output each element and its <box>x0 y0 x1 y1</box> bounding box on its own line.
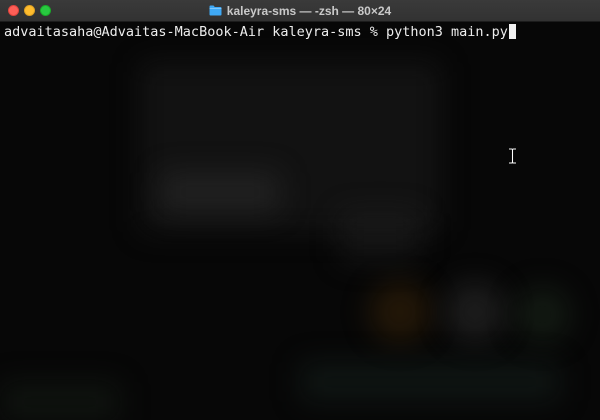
terminal-window: kaleyra-sms — -zsh — 80×24 advaitasaha@A… <box>0 0 600 420</box>
background-blur <box>445 282 505 342</box>
text-cursor <box>508 24 516 39</box>
shell-prompt: advaitasaha@Advaitas-MacBook-Air kaleyra… <box>4 24 387 40</box>
window-title-wrap: kaleyra-sms — -zsh — 80×24 <box>0 0 600 21</box>
folder-icon <box>209 5 222 16</box>
command-line[interactable]: advaitasaha@Advaitas-MacBook-Air kaleyra… <box>4 24 516 41</box>
typed-command: python3 main.py <box>386 24 508 40</box>
ibeam-cursor-icon <box>509 148 516 164</box>
background-blur <box>300 362 560 402</box>
background-blur <box>160 172 280 212</box>
background-blur <box>370 282 430 342</box>
background-blur <box>340 212 420 262</box>
title-bar[interactable]: kaleyra-sms — -zsh — 80×24 <box>0 0 600 22</box>
background-blur <box>0 382 120 420</box>
terminal-content[interactable]: advaitasaha@Advaitas-MacBook-Air kaleyra… <box>0 22 600 420</box>
window-title: kaleyra-sms — -zsh — 80×24 <box>226 3 392 18</box>
background-blur <box>515 287 570 342</box>
